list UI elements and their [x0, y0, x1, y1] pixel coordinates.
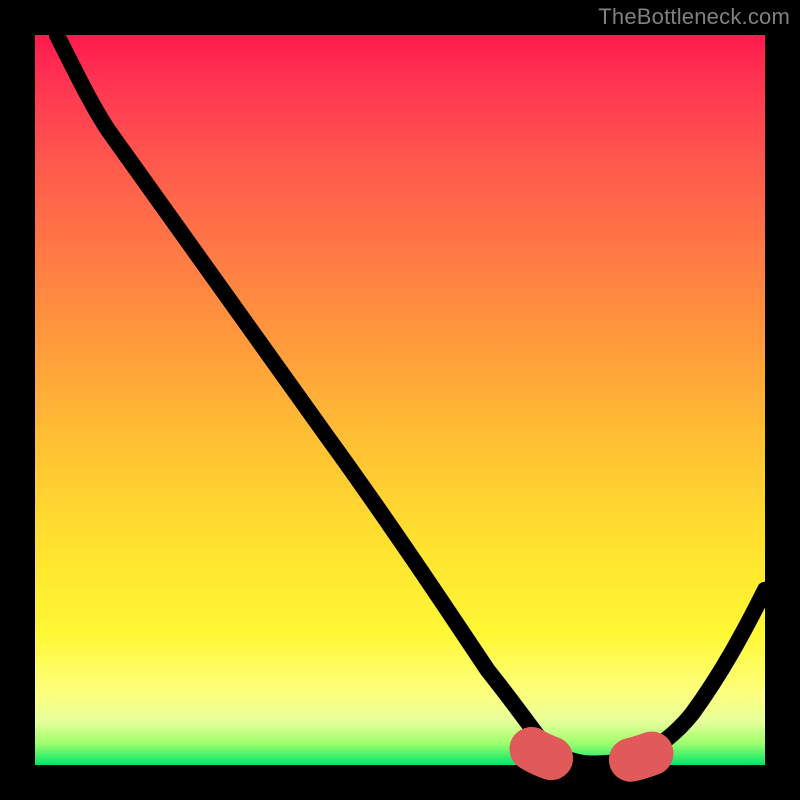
attribution-text: TheBottleneck.com — [598, 4, 790, 30]
plot-area — [35, 35, 765, 765]
chart-svg — [35, 35, 765, 765]
bottleneck-curve — [57, 35, 765, 764]
chart-frame: TheBottleneck.com — [0, 0, 800, 800]
